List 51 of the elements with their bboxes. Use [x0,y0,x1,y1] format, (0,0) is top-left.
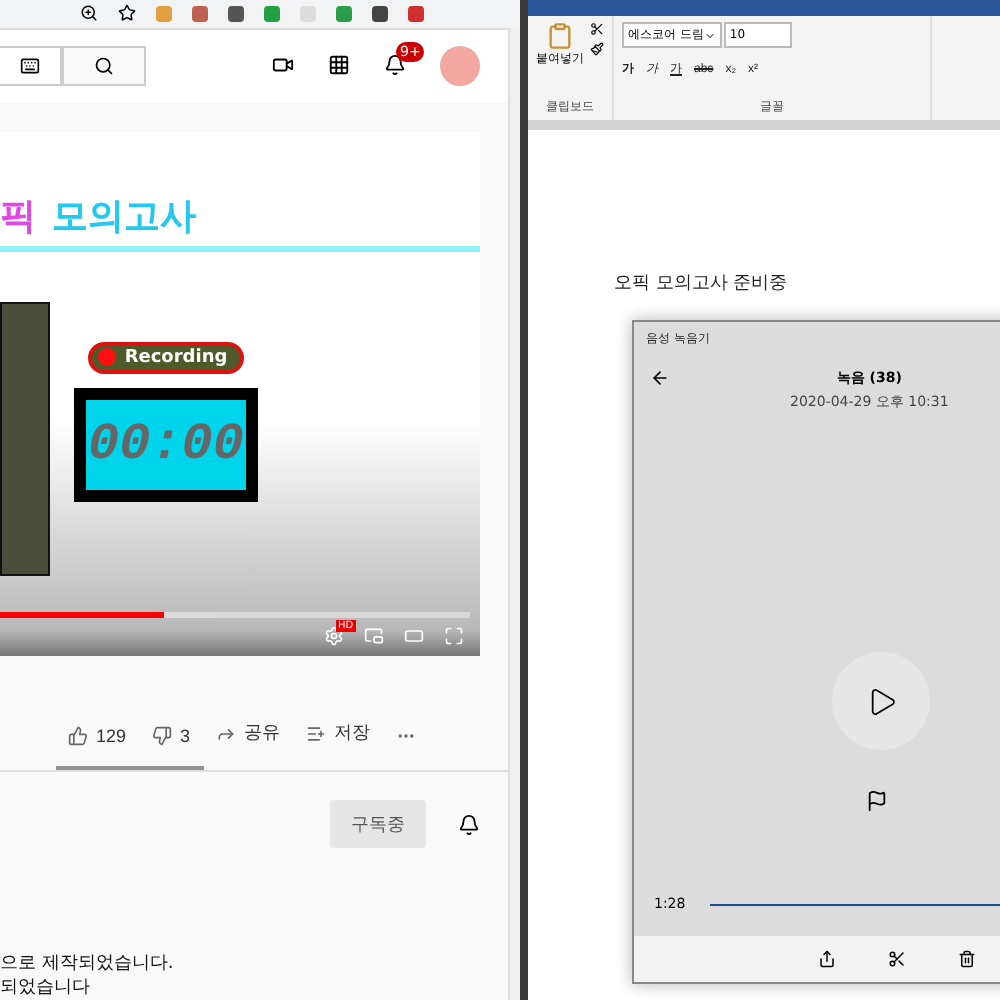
timer-display: 00:00 [74,387,258,502]
scissors-icon [888,950,906,968]
zoom-icon[interactable] [80,4,98,23]
description-text: 되었습니다 [0,976,92,1000]
share-icon [818,950,836,968]
flag-button[interactable] [866,790,890,812]
save-button[interactable]: 저장 [294,720,385,770]
search-button[interactable] [62,45,146,86]
video-camera-icon[interactable] [272,54,294,77]
video-title-text: 모의고사 [52,193,196,240]
playlist-add-icon [306,723,327,743]
scrollbar[interactable] [508,28,520,1000]
progress-bar[interactable] [0,612,470,619]
caret-icon [703,29,716,41]
like-button[interactable]: 129 [56,726,141,770]
search-field[interactable] [0,45,62,86]
extension-icon[interactable] [372,5,388,22]
thumbs-down-icon [152,726,173,746]
theater-mode-icon[interactable] [404,626,424,647]
subscribed-button[interactable]: 구독중 [330,800,426,848]
trash-icon [958,950,976,968]
search-icon [94,55,114,76]
trim-button[interactable] [888,950,906,968]
video-title-text: 픽 [0,193,36,240]
dislike-button[interactable]: 3 [140,726,205,770]
extension-icon[interactable] [192,5,208,22]
cut-icon[interactable] [590,22,604,36]
recording-label: Recording [124,347,228,368]
timeline-track[interactable] [709,903,1000,905]
star-icon[interactable] [118,4,136,23]
description-text: 으로 제작되었습니다. [0,952,176,976]
record-dot-icon [98,348,117,367]
fullscreen-icon[interactable] [444,626,464,647]
bell-icon[interactable] [458,813,480,835]
document-text: 오픽 모의고사 준비중 [614,272,790,296]
share-button[interactable]: 공유 [204,720,295,770]
miniplayer-icon[interactable] [364,626,384,647]
notification-bell-icon[interactable] [384,54,406,77]
settings-icon[interactable] [324,626,344,647]
extension-icon[interactable] [228,5,244,22]
back-arrow-icon[interactable] [650,368,670,388]
share-button[interactable] [818,950,836,968]
delete-button[interactable] [958,950,976,968]
share-arrow-icon [216,723,237,743]
format-painter-icon[interactable] [590,42,604,56]
keyboard-icon[interactable] [20,55,40,76]
clipboard-icon [546,22,574,50]
flag-icon [866,790,888,812]
thumbs-up-icon [68,726,88,746]
extension-icon[interactable] [408,5,424,22]
apps-grid-icon[interactable] [328,54,350,77]
